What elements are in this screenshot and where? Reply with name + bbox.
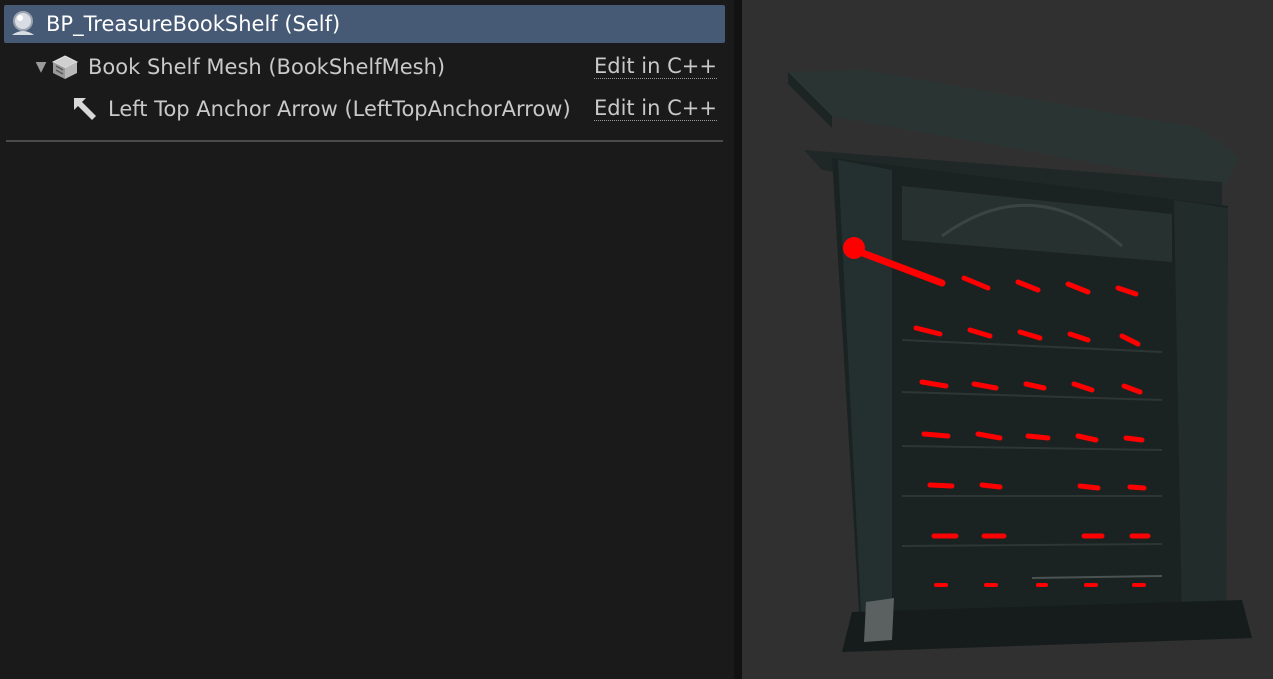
bookshelf-mesh — [788, 70, 1252, 652]
slot-arrow — [921, 431, 951, 439]
component-label: Book Shelf Mesh (BookShelfMesh) — [88, 55, 446, 79]
component-row-self[interactable]: BP_TreasureBookShelf (Self) — [4, 5, 725, 43]
arrow-component-icon — [70, 94, 100, 124]
slot-arrow — [979, 482, 1003, 490]
component-label: BP_TreasureBookShelf (Self) — [46, 12, 341, 36]
edit-in-cpp-link[interactable]: Edit in C++ — [593, 54, 717, 79]
blueprint-self-icon — [8, 9, 38, 39]
viewport[interactable] — [742, 0, 1273, 679]
edit-in-cpp-link[interactable]: Edit in C++ — [593, 96, 717, 121]
slot-arrow — [1123, 435, 1145, 443]
divider — [6, 140, 723, 142]
panel-splitter[interactable] — [734, 0, 742, 679]
slot-arrow — [1025, 433, 1051, 441]
component-row-book-shelf-mesh[interactable]: ▼ Book Shelf Mesh (BookShelfMesh) Edit i… — [4, 48, 725, 86]
component-label: Left Top Anchor Arrow (LeftTopAnchorArro… — [108, 97, 571, 121]
component-row-left-top-anchor-arrow[interactable]: Left Top Anchor Arrow (LeftTopAnchorArro… — [4, 90, 725, 128]
chevron-down-icon[interactable]: ▼ — [32, 57, 50, 77]
static-mesh-icon — [50, 52, 80, 82]
slot-arrow — [1077, 483, 1101, 491]
slot-arrow — [1127, 484, 1147, 491]
components-panel: BP_TreasureBookShelf (Self) ▼ Book Shelf… — [0, 0, 734, 679]
slot-arrow — [927, 482, 955, 489]
